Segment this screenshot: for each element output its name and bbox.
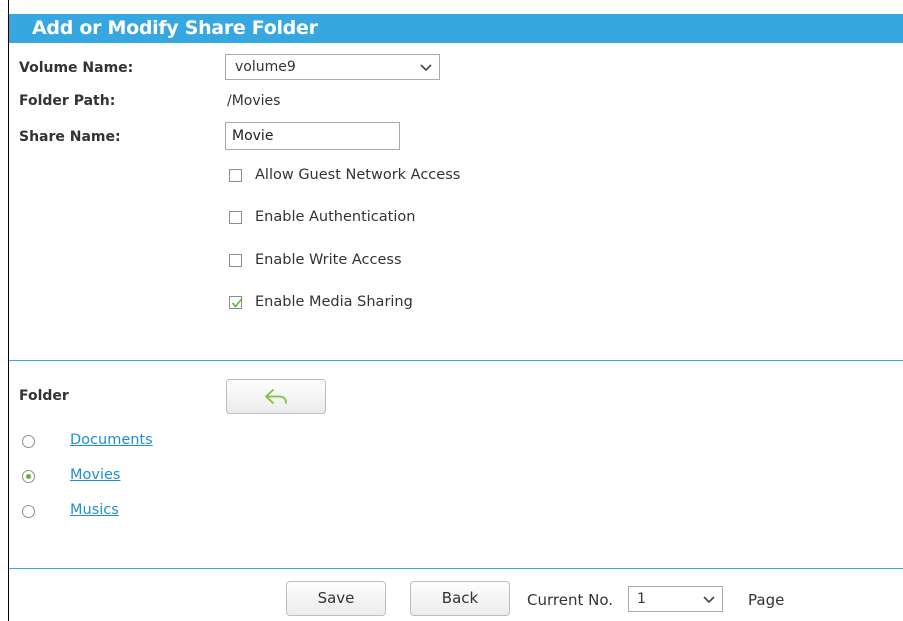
folder-path-value: /Movies	[227, 93, 281, 109]
footer-divider	[9, 568, 903, 569]
folder-label: Folder	[19, 388, 69, 404]
allow-guest-access-checkbox[interactable]	[229, 169, 242, 182]
folder-radio[interactable]	[22, 470, 35, 483]
chevron-down-icon	[702, 592, 716, 606]
page-select[interactable]: 1	[628, 586, 723, 612]
current-no-label: Current No.	[527, 591, 614, 609]
enable-authentication-checkbox[interactable]	[229, 211, 242, 224]
allow-guest-access-label: Allow Guest Network Access	[255, 167, 461, 183]
save-button[interactable]: Save	[286, 581, 386, 616]
checkmark-icon	[231, 297, 243, 308]
page-select-value: 1	[637, 591, 646, 607]
enable-media-sharing-label: Enable Media Sharing	[255, 294, 413, 310]
folder-link[interactable]: Documents	[70, 432, 153, 448]
share-name-input[interactable]	[225, 122, 400, 150]
parent-folder-button[interactable]	[226, 379, 326, 414]
folder-link[interactable]: Musics	[70, 502, 119, 518]
enable-write-access-label: Enable Write Access	[255, 252, 402, 268]
folder-radio[interactable]	[22, 505, 35, 518]
page-frame	[8, 0, 903, 621]
share-name-label: Share Name:	[19, 129, 121, 145]
enable-media-sharing-checkbox[interactable]	[229, 296, 243, 309]
back-arrow-icon	[265, 389, 287, 404]
radio-selected-dot	[26, 474, 31, 479]
enable-authentication-label: Enable Authentication	[255, 209, 416, 225]
volume-name-label: Volume Name:	[19, 60, 134, 76]
enable-write-access-checkbox[interactable]	[229, 254, 242, 267]
page-title: Add or Modify Share Folder	[9, 14, 903, 43]
folder-link[interactable]: Movies	[70, 467, 120, 483]
back-button[interactable]: Back	[410, 581, 510, 616]
folder-path-label: Folder Path:	[19, 93, 116, 109]
section-divider	[9, 360, 903, 361]
volume-select-value: volume9	[235, 59, 296, 75]
chevron-down-icon	[419, 60, 433, 74]
volume-select[interactable]: volume9	[225, 54, 440, 80]
page-label: Page	[748, 591, 785, 609]
folder-radio[interactable]	[22, 435, 35, 448]
